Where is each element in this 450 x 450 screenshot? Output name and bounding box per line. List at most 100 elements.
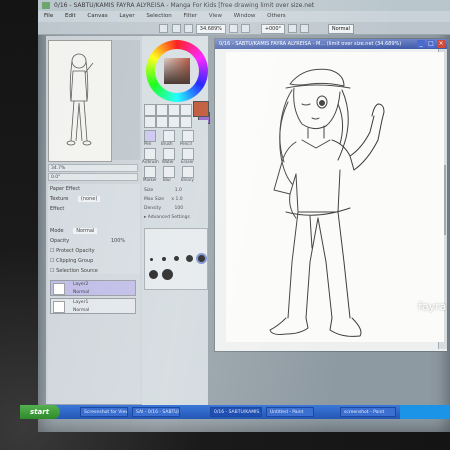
navigator-angle-row[interactable]: 0.0°: [48, 173, 138, 181]
menu-filter[interactable]: Filter: [184, 13, 198, 19]
protect-opacity-row[interactable]: ☐ Protect Opacity: [48, 246, 140, 256]
effect-label: Effect: [50, 206, 65, 212]
brush-size-dot[interactable]: [149, 270, 158, 279]
maximize-icon[interactable]: □: [427, 40, 435, 48]
girl-line-drawing: [269, 68, 385, 337]
navigator-thumbnail: [66, 53, 94, 146]
opacity-value: 100%: [110, 238, 126, 244]
menu-bar: File Edit Canvas Layer Selection Filter …: [38, 11, 450, 22]
navigator-zoom-row[interactable]: 34.7%: [48, 164, 138, 172]
magic-wand-icon[interactable]: [168, 104, 180, 116]
menu-view[interactable]: View: [209, 13, 222, 19]
deselect-button[interactable]: [184, 24, 194, 33]
hand-tool-icon[interactable]: [168, 116, 180, 128]
menu-window[interactable]: Window: [234, 13, 256, 19]
taskbar-item[interactable]: screenshot - Paint: [340, 407, 396, 417]
menu-edit[interactable]: Edit: [65, 13, 76, 19]
taskbar-item[interactable]: SAI - 0/16 - SABTU/KAM...: [132, 407, 180, 417]
effect-row[interactable]: Effect: [48, 204, 140, 214]
brush-size-dot[interactable]: [162, 269, 173, 280]
density-value: 100: [174, 206, 184, 211]
layer-item[interactable]: Layer1 Normal: [50, 298, 136, 314]
brush-size-dot[interactable]: [186, 255, 193, 262]
layers-panel: Layer2 Normal Layer1 Normal: [48, 274, 140, 404]
texture-row[interactable]: Texture (none): [48, 194, 140, 204]
mode-row[interactable]: Mode Normal: [48, 226, 140, 236]
navigator-preview[interactable]: [48, 40, 112, 162]
primary-color-swatch[interactable]: [193, 101, 209, 117]
layer-name: Layer1: [73, 300, 89, 305]
move-tool-icon[interactable]: [180, 104, 192, 116]
clipping-group-row[interactable]: ☐ Clipping Group: [48, 256, 140, 266]
layer-item[interactable]: Layer2 Normal: [50, 280, 136, 296]
app-title: 0/16 - SABTU/KAMIS FAYRA ALYREISA - Mang…: [54, 2, 315, 9]
zoom-tool-icon[interactable]: [144, 116, 156, 128]
brush-size-dot-selected[interactable]: [198, 255, 205, 262]
zoom-field[interactable]: 34.689%: [195, 23, 227, 34]
close-icon[interactable]: ×: [437, 40, 445, 48]
tool-pencil-label: Pencil: [180, 141, 192, 146]
eyedropper-icon[interactable]: [180, 116, 192, 128]
taskbar-item-active[interactable]: 0/16 - SABTU/KAMIS...: [210, 407, 262, 417]
texture-label: Texture: [50, 196, 69, 202]
navigator-side-panel: [112, 40, 140, 160]
navigator-zoom-label: 34.7%: [51, 166, 66, 171]
canvas-title: 0/16 - SABTU/KAMIS FAYRA ALYREISA - M...…: [219, 41, 402, 47]
angle-field[interactable]: +000°: [260, 23, 286, 34]
tool-pen-label: Pen: [144, 141, 152, 146]
tool-eraser-label: Eraser: [181, 159, 194, 164]
brush-settings: Size 1.0 Max Size x 1.0 Density 100 ▸ Ad…: [144, 186, 206, 222]
saturation-value-square[interactable]: [164, 58, 190, 84]
watermark-text: fayra: [418, 300, 447, 313]
size-value: 1.0: [174, 188, 182, 193]
taskbar-item[interactable]: Untitled - Paint: [266, 407, 314, 417]
layer-mode: Normal: [73, 290, 90, 295]
size-row[interactable]: Size 1.0: [144, 186, 206, 195]
size-label: Size: [144, 188, 154, 193]
menu-selection[interactable]: Selection: [146, 13, 171, 19]
canvas-title-bar: 0/16 - SABTU/KAMIS FAYRA ALYREISA - M...…: [215, 39, 447, 49]
layer-thumbnail: [53, 301, 65, 313]
app-title-bar: 0/16 - SABTU/KAMIS FAYRA ALYREISA - Mang…: [38, 0, 450, 11]
max-size-value: x 1.0: [171, 197, 183, 202]
view-mode-select[interactable]: Normal: [327, 23, 354, 34]
tool-airbrush-label: Airbrush: [142, 159, 159, 164]
layer-name: Layer2: [73, 282, 89, 287]
menu-canvas[interactable]: Canvas: [87, 13, 107, 19]
opacity-label: Opacity: [50, 238, 70, 244]
advanced-settings-label: Advanced Settings: [147, 215, 190, 220]
clipping-group-label: Clipping Group: [56, 258, 94, 264]
menu-layer[interactable]: Layer: [119, 13, 134, 19]
rotate-left-button[interactable]: [287, 24, 297, 33]
redo-button[interactable]: [171, 24, 181, 33]
lasso-tool-icon[interactable]: [156, 104, 168, 116]
tool-brush-label: Brush: [161, 141, 173, 146]
layer-mode: Normal: [73, 308, 90, 313]
tool-marker-label: Marker: [143, 177, 157, 182]
select-tool-icon[interactable]: [144, 104, 156, 116]
drawing-canvas[interactable]: [226, 52, 444, 342]
opacity-row[interactable]: Opacity 100%: [48, 236, 140, 246]
zoom-out-button[interactable]: [241, 24, 251, 33]
menu-others[interactable]: Others: [267, 13, 285, 19]
minimize-icon[interactable]: _: [417, 40, 425, 48]
rotate-tool-icon[interactable]: [156, 116, 168, 128]
brush-size-dot[interactable]: [150, 258, 153, 261]
advanced-settings-row[interactable]: ▸ Advanced Settings: [144, 213, 206, 222]
taskbar-item[interactable]: Screenshot for Viewpoint...: [80, 407, 128, 417]
density-row[interactable]: Density 100: [144, 204, 206, 213]
max-size-label: Max Size: [144, 197, 164, 202]
zoom-in-button[interactable]: [228, 24, 238, 33]
menu-file[interactable]: File: [44, 13, 53, 19]
brush-size-dot[interactable]: [174, 256, 179, 261]
start-button[interactable]: start: [20, 405, 60, 419]
max-size-row[interactable]: Max Size x 1.0: [144, 195, 206, 204]
undo-button[interactable]: [159, 24, 168, 33]
mode-value: Normal: [73, 228, 98, 234]
rotate-right-button[interactable]: [300, 24, 310, 33]
protect-opacity-label: Protect Opacity: [56, 248, 95, 254]
tool-binary-label: Binary: [181, 177, 194, 182]
brush-size-dot[interactable]: [162, 257, 166, 261]
layer-properties-panel: Paper Effect Texture (none) Effect Mode …: [48, 184, 140, 274]
texture-value: (none): [77, 196, 101, 202]
